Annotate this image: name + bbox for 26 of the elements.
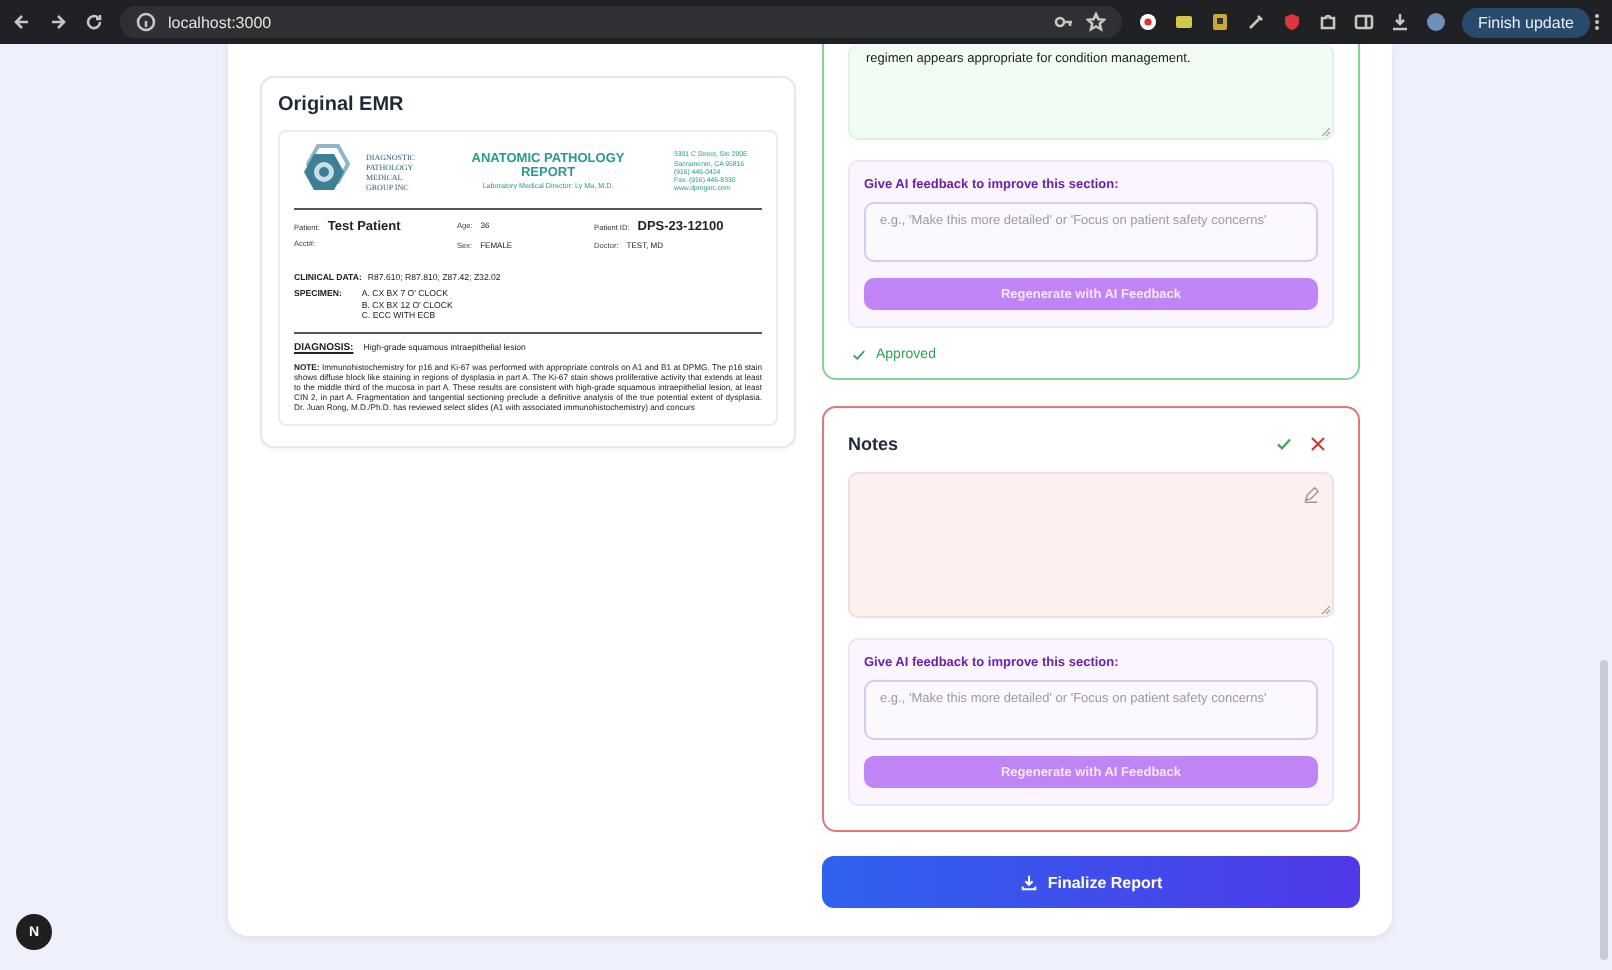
back-icon[interactable]	[12, 12, 32, 32]
info-icon[interactable]	[136, 12, 156, 32]
address-bar[interactable]: localhost:3000	[120, 6, 1122, 38]
sidepanel-icon[interactable]	[1353, 12, 1374, 32]
key-icon[interactable]	[1053, 12, 1074, 32]
resize-grip-icon[interactable]	[1322, 606, 1330, 614]
record-icon[interactable]	[1137, 12, 1158, 32]
check-icon	[1275, 435, 1291, 451]
more-menu-icon[interactable]	[1594, 12, 1600, 32]
download-icon[interactable]	[1389, 12, 1410, 32]
close-icon	[1309, 435, 1325, 451]
forward-icon[interactable]	[48, 12, 68, 32]
star-icon[interactable]	[1085, 12, 1106, 32]
card-title: Original EMR	[278, 94, 406, 116]
section-title: Notes	[848, 433, 901, 453]
avatar-icon[interactable]	[1425, 12, 1446, 32]
finish-update-button[interactable]: Finish update	[1461, 7, 1590, 37]
pencil-icon[interactable]	[1302, 486, 1320, 504]
url-text: localhost:3000	[168, 13, 272, 31]
resize-grip-icon[interactable]	[1322, 128, 1330, 136]
scrollbar-thumb[interactable]	[1600, 660, 1608, 960]
shield-icon[interactable]	[1281, 12, 1302, 32]
finalize-report-button[interactable]: Finalize Report	[822, 856, 1360, 908]
check-icon	[852, 348, 866, 362]
download-icon	[1019, 873, 1038, 891]
reload-icon[interactable]	[84, 12, 104, 32]
